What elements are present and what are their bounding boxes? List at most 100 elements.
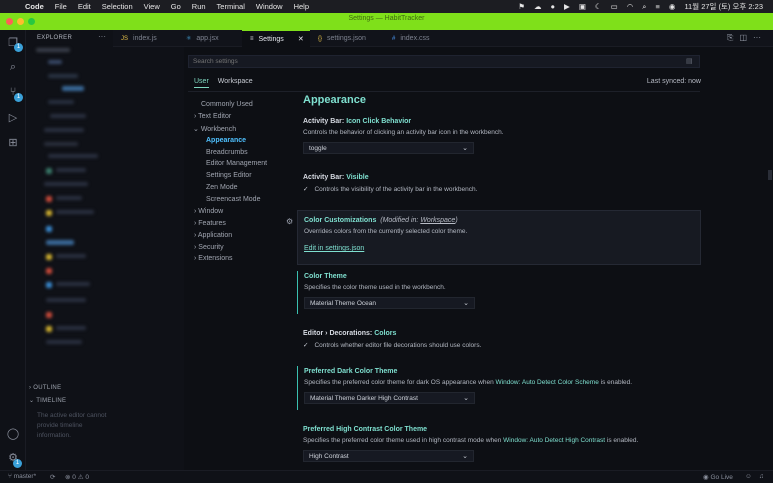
icon-click-behavior-select[interactable]: toggle ⌄ (303, 142, 474, 154)
run-debug-icon[interactable]: ▷ (6, 111, 20, 125)
select-value: Material Theme Darker High Contrast (310, 395, 418, 402)
siri-icon[interactable]: ◉ (669, 2, 676, 11)
menu-selection[interactable]: Selection (102, 2, 133, 11)
setting-title: Color Customizations (Modified in: Works… (304, 217, 458, 224)
auto-detect-high-contrast-link[interactable]: Window: Auto Detect High Contrast (503, 437, 605, 444)
display-icon[interactable]: ▣ (579, 2, 586, 11)
toc-editor-management[interactable]: Editor Management (206, 160, 267, 167)
tab-index-css[interactable]: # index.css (384, 30, 448, 47)
json-icon: {} (318, 35, 323, 42)
setting-gear-icon[interactable]: ⚙ (286, 217, 293, 226)
toc-settings-editor[interactable]: Settings Editor (206, 172, 252, 179)
toc-security[interactable]: › Security (194, 244, 224, 251)
warning-icon: ⚠ (77, 474, 84, 481)
menu-run[interactable]: Run (192, 2, 206, 11)
go-live-button[interactable]: ◉ Go Live (703, 473, 733, 481)
menu-clock[interactable]: 11월 27일 (토) 오후 2:23 (684, 1, 763, 12)
moon-icon[interactable]: ☾ (595, 2, 602, 11)
menu-window[interactable]: Window (256, 2, 283, 11)
split-editor-icon[interactable]: ◫ (739, 33, 747, 43)
tab-index-js[interactable]: JS index.js (113, 30, 178, 47)
toc-label: Text Editor (198, 113, 232, 120)
toc-features[interactable]: › Features (194, 220, 226, 227)
toc-label: Features (198, 220, 226, 227)
setting-title: Activity Bar: Visible (303, 174, 369, 181)
menu-file[interactable]: File (55, 2, 67, 11)
scm-badge: 1 (14, 93, 23, 102)
feedback-icon[interactable]: ☺ (745, 473, 752, 480)
explorer-sidebar: EXPLORER ··· › OUTLINE ⌄ TIMELINE The ac… (26, 30, 113, 470)
menu-view[interactable]: View (144, 2, 160, 11)
menu-terminal[interactable]: Terminal (217, 2, 245, 11)
preferred-high-contrast-theme-select[interactable]: High Contrast ⌄ (303, 450, 474, 462)
setting-title: Color Theme (304, 273, 347, 280)
tab-workspace[interactable]: Workspace (218, 78, 253, 88)
react-icon: ⚛ (186, 36, 192, 42)
setting-activity-bar-icon-click: Activity Bar: Icon Click Behavior Contro… (297, 118, 701, 154)
cloud-icon[interactable]: ☁ (534, 2, 542, 11)
toc-commonly-used[interactable]: Commonly Used (201, 101, 253, 108)
explorer-title: EXPLORER (37, 35, 73, 41)
close-tab-icon[interactable]: ✕ (298, 35, 304, 43)
extensions-icon[interactable]: ⊞ (6, 136, 20, 150)
tab-settings[interactable]: ≡ Settings ✕ (242, 30, 310, 47)
explorer-more-icon[interactable]: ··· (98, 32, 106, 41)
search-icon[interactable]: ⌕ (6, 60, 20, 74)
checkbox-checked-icon[interactable]: ✓ (303, 341, 308, 349)
spotlight-icon[interactable]: ⌕ (642, 2, 646, 12)
toc-text-editor[interactable]: › Text Editor (194, 113, 231, 120)
color-theme-select[interactable]: Material Theme Ocean ⌄ (304, 297, 475, 309)
play-icon[interactable]: ▶ (564, 2, 570, 11)
setting-description: Specifies the preferred color theme for … (304, 379, 633, 386)
record-icon[interactable]: ● (551, 2, 556, 11)
js-icon: JS (121, 35, 129, 42)
control-center-icon[interactable]: ≡ (656, 2, 660, 11)
activity-bar: ❐ 1 ⌕ ⑂ 1 ▷ ⊞ ◯ ⚙ 1 (0, 30, 26, 470)
open-settings-json-icon[interactable]: ⎘ (727, 33, 733, 43)
menu-bar: Code File Edit Selection View Go Run Ter… (0, 0, 773, 13)
toc-appearance[interactable]: Appearance (206, 137, 246, 144)
toc-zen-mode[interactable]: Zen Mode (206, 184, 238, 191)
tab-app-jsx[interactable]: ⚛ app.jsx (178, 30, 242, 47)
toc-label: Window (198, 208, 224, 215)
settings-icon: ≡ (250, 36, 254, 42)
toc-breadcrumbs[interactable]: Breadcrumbs (206, 149, 248, 156)
preferred-dark-theme-select[interactable]: Material Theme Darker High Contrast ⌄ (304, 392, 475, 404)
account-icon[interactable]: ◯ (6, 427, 20, 441)
wifi-icon[interactable]: ◠ (627, 2, 634, 11)
tab-user[interactable]: User (194, 78, 209, 88)
status-app-icon[interactable]: ⚑ (518, 2, 525, 11)
outline-section[interactable]: › OUTLINE (29, 385, 61, 391)
menu-help[interactable]: Help (294, 2, 309, 11)
search-settings-input[interactable] (188, 55, 700, 68)
git-branch[interactable]: ⑂ master* (8, 473, 36, 480)
battery-icon[interactable]: ▭ (611, 2, 618, 11)
checkbox-checked-icon[interactable]: ✓ (303, 185, 308, 193)
setting-decorations-colors: Editor › Decorations: Colors ✓ Controls w… (297, 330, 701, 349)
tab-label: index.js (133, 35, 157, 42)
toc-workbench[interactable]: ⌄ Workbench (193, 125, 236, 133)
modified-in-workspace-link[interactable]: Workspace (420, 217, 455, 224)
menu-edit[interactable]: Edit (78, 2, 91, 11)
edit-in-settings-json-link[interactable]: Edit in settings.json (304, 245, 364, 252)
toc-screencast-mode[interactable]: Screencast Mode (206, 196, 260, 203)
sync-icon[interactable]: ⟳ (50, 473, 55, 481)
timeline-section[interactable]: ⌄ TIMELINE (29, 397, 66, 404)
setting-title: Preferred High Contrast Color Theme (303, 426, 428, 433)
toc-application[interactable]: › Application (194, 232, 232, 239)
auto-detect-color-scheme-link[interactable]: Window: Auto Detect Color Scheme (496, 379, 599, 386)
menu-go[interactable]: Go (171, 2, 181, 11)
editor-tabs: JS index.js ⚛ app.jsx ≡ Settings ✕ {} setting… (113, 30, 773, 47)
settings-badge: 1 (13, 459, 22, 468)
toc-window[interactable]: › Window (194, 208, 223, 215)
menu-app-name[interactable]: Code (25, 2, 44, 11)
tab-settings-json[interactable]: {} settings.json (310, 30, 384, 47)
filter-icon[interactable]: ▤ (686, 57, 693, 65)
problems-indicator[interactable]: ⊗ 0 ⚠ 0 (65, 473, 89, 481)
toc-label: Application (197, 232, 233, 239)
tab-label: Settings (258, 35, 284, 43)
more-actions-icon[interactable]: ··· (753, 33, 761, 43)
notifications-icon[interactable]: ♫ (759, 473, 764, 480)
toc-extensions[interactable]: › Extensions (194, 255, 233, 262)
scrollbar-thumb[interactable] (768, 170, 772, 180)
